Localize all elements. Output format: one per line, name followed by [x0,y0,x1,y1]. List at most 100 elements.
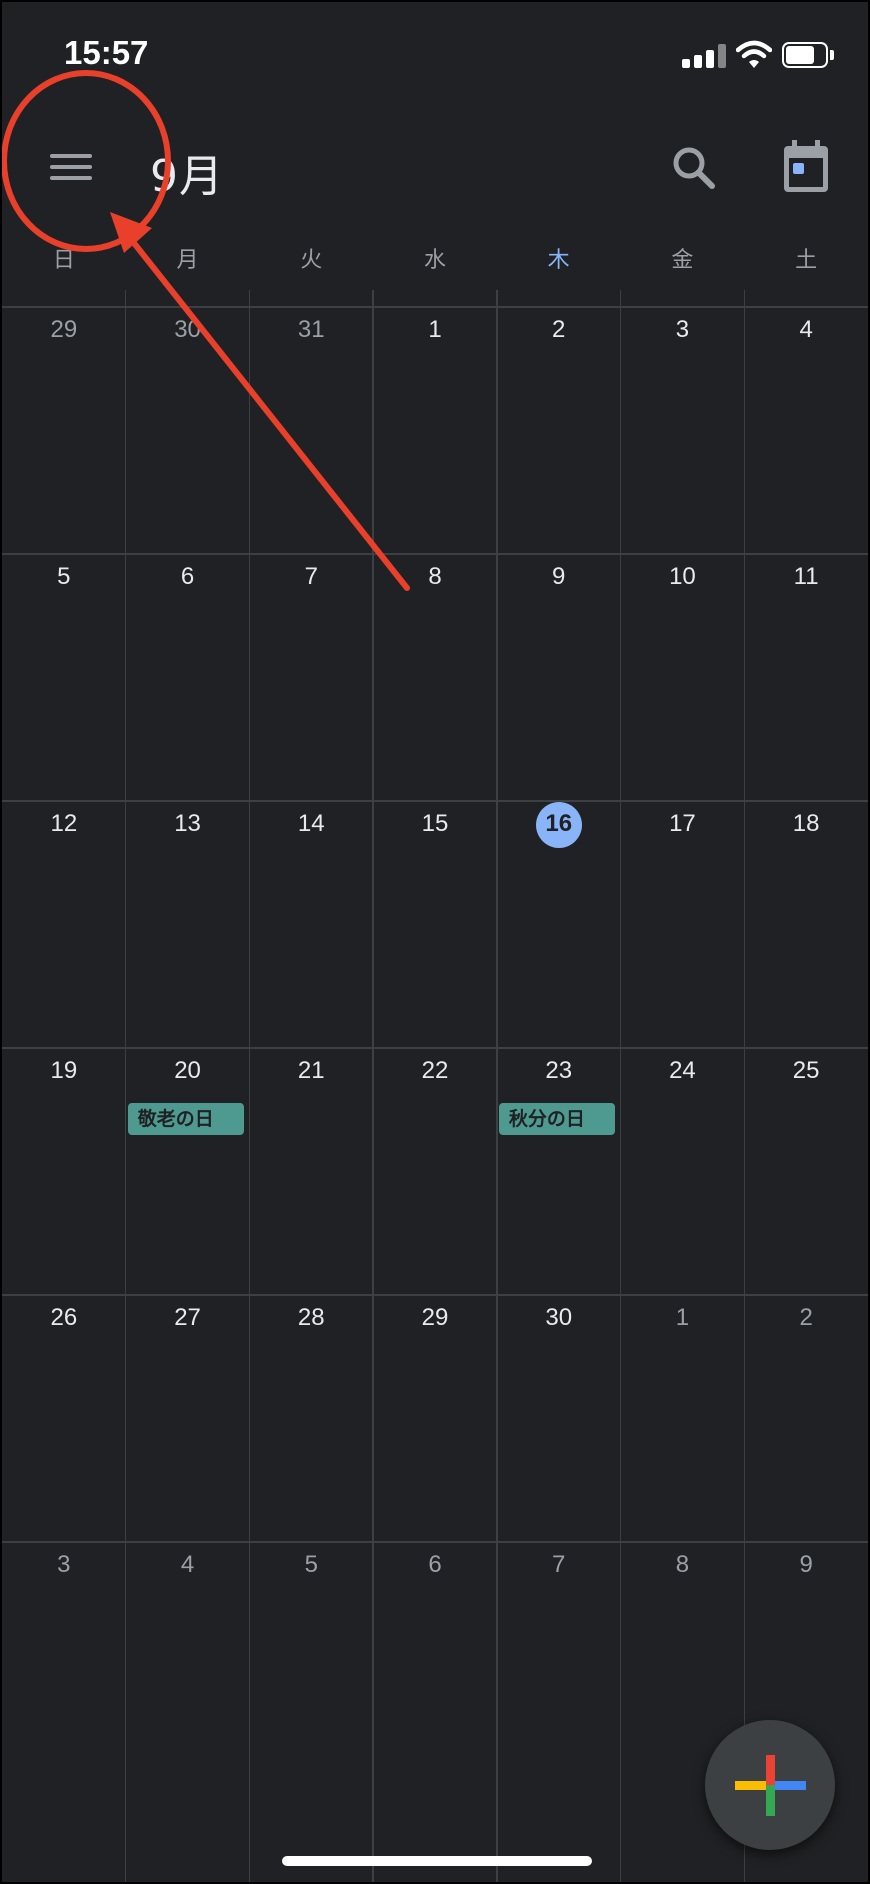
day-number: 2 [552,316,566,343]
day-cell[interactable]: 27 [126,1294,250,1541]
day-cell[interactable]: 21 [249,1047,373,1294]
day-cell[interactable]: 30 [497,1294,621,1541]
day-number: 29 [50,316,78,343]
day-number: 7 [552,1551,566,1578]
day-number: 28 [297,1304,325,1331]
day-number: 25 [792,1057,820,1084]
calendar-today-icon[interactable] [778,138,834,196]
day-number: 17 [669,810,696,837]
day-cell[interactable]: 6 [373,1541,497,1788]
day-cell[interactable]: 23 秋分の日 [497,1047,621,1294]
status-bar: 15:57 [2,2,868,102]
day-cell[interactable]: 4 [126,1541,250,1788]
weekday-label: 火 [300,248,323,273]
weekday-header: 日月火水木金土 [2,242,868,292]
day-cell[interactable]: 10 [621,553,745,800]
day-cell[interactable]: 2 [497,306,621,553]
weekday-label: 日 [52,248,75,273]
holiday-event-chip[interactable]: 敬老の日 [127,1103,244,1135]
day-number: 5 [57,563,71,590]
day-number: 30 [174,316,201,343]
day-cell[interactable]: 22 [373,1047,497,1294]
hamburger-menu-icon[interactable] [42,142,96,192]
day-number: 23 [545,1057,573,1084]
app-bar: 9月 [2,112,868,222]
day-cell[interactable]: 19 [2,1047,126,1294]
day-number: 10 [669,563,696,590]
calendar-screen: 15:57 9月 日 月 火 水 木 金 土 29 30 31 1 2 3 4 … [0,0,870,1884]
day-number: 20 [174,1057,201,1084]
day-number: 18 [792,810,820,837]
day-number: 6 [428,1551,442,1578]
day-number: 6 [180,563,195,590]
day-cell[interactable]: 12 [2,800,126,1047]
battery-icon [782,42,834,68]
day-number: 12 [50,810,78,837]
day-cell[interactable]: 15 [373,800,497,1047]
day-cell[interactable]: 7 [249,553,373,800]
day-cell[interactable]: 20 敬老の日 [126,1047,250,1294]
day-cell[interactable]: 1 [621,1294,745,1541]
weekday-label: 木 [547,248,570,273]
day-cell[interactable]: 3 [2,1541,126,1788]
day-number: 8 [428,563,442,590]
day-cell[interactable]: 16 [497,800,621,1047]
day-number: 11 [793,563,819,590]
day-number: 21 [297,1057,325,1084]
day-number: 30 [545,1304,573,1331]
day-number: 29 [421,1304,449,1331]
cellular-signal-icon [682,44,726,68]
weekday-label: 月 [176,248,199,273]
day-cell[interactable]: 18 [744,800,868,1047]
day-cell[interactable]: 1 [373,306,497,553]
day-cell[interactable]: 11 [744,553,868,800]
holiday-event-chip[interactable]: 秋分の日 [498,1103,615,1135]
day-number: 15 [421,810,449,837]
day-cell[interactable]: 3 [621,306,745,553]
day-cell[interactable]: 28 [249,1294,373,1541]
day-number: 9 [799,1551,813,1578]
day-cell[interactable]: 13 [126,800,250,1047]
day-cell[interactable]: 6 [126,553,250,800]
day-cell[interactable]: 24 [621,1047,745,1294]
day-cell[interactable]: 26 [2,1294,126,1541]
day-number: 26 [50,1304,78,1331]
day-number: 14 [297,810,325,837]
day-number: 5 [304,1551,318,1578]
weekday-label: 水 [423,248,446,273]
day-cell[interactable]: 8 [373,553,497,800]
day-cell[interactable]: 30 [126,306,250,553]
day-number: 7 [304,563,318,590]
weekday-label: 土 [795,248,818,273]
day-cell[interactable]: 29 [2,306,126,553]
day-cell[interactable]: 31 [249,306,373,553]
create-event-button[interactable] [705,1720,835,1850]
status-time: 15:57 [64,34,149,71]
day-cell[interactable]: 9 [497,553,621,800]
day-cell[interactable]: 4 [744,306,868,553]
day-number: 19 [50,1057,78,1084]
day-number: 3 [57,1551,71,1578]
day-number: 16 [545,810,573,837]
add-plus-icon [735,1755,806,1816]
day-number: 31 [297,316,325,343]
day-number: 2 [799,1304,813,1331]
day-cell[interactable]: 7 [497,1541,621,1788]
day-number: 4 [799,316,813,343]
day-cell[interactable]: 29 [373,1294,497,1541]
day-cell[interactable]: 14 [249,800,373,1047]
day-cell[interactable]: 5 [249,1541,373,1788]
day-cell[interactable]: 2 [744,1294,868,1541]
month-title[interactable]: 9月 [150,140,224,204]
day-number: 13 [174,810,201,837]
search-icon[interactable] [666,140,722,196]
day-number: 1 [428,316,442,343]
weekday-label: 金 [671,248,694,273]
day-number: 8 [675,1551,690,1578]
day-cell[interactable]: 5 [2,553,126,800]
day-cell[interactable]: 17 [621,800,745,1047]
month-grid: 29 30 31 1 2 3 4 5 6 7 8 9 10 11 12 13 14 15 16 17 18 19 20 敬老の… [2,290,868,1882]
home-indicator [282,1856,592,1866]
wifi-icon [736,40,772,68]
day-cell[interactable]: 25 [744,1047,868,1294]
